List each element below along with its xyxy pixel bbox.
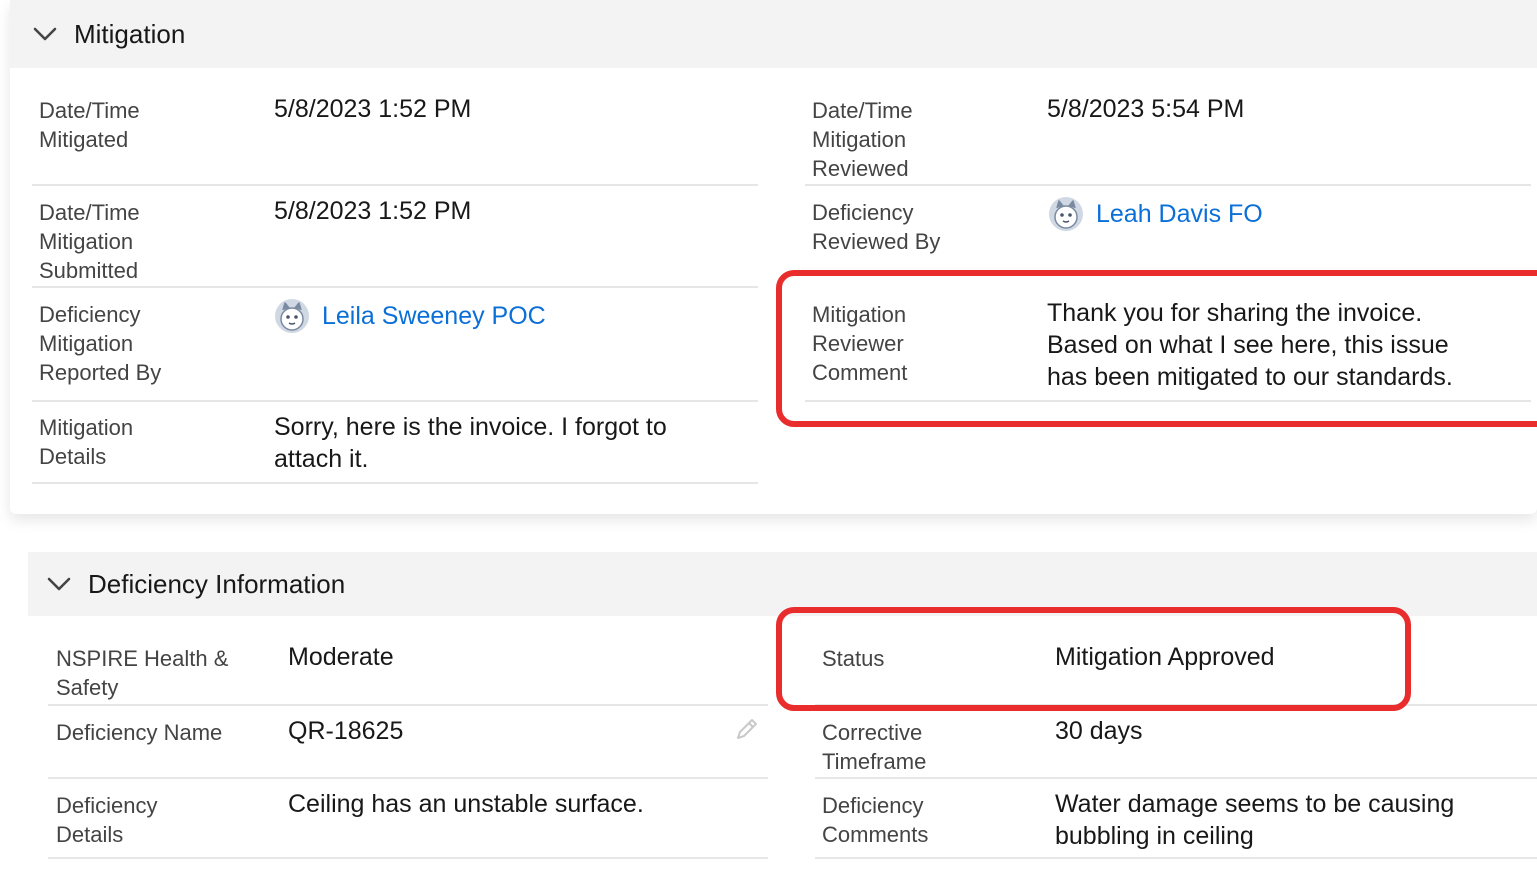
pencil-icon[interactable] <box>734 716 760 742</box>
deficiency-name-value: QR-18625 <box>288 717 404 745</box>
corrective-timeframe-value: 30 days <box>1055 717 1143 745</box>
divider <box>32 482 758 484</box>
mitigation-section-header[interactable]: Mitigation <box>10 0 1537 68</box>
deficiency-section-title: Deficiency Information <box>88 568 346 599</box>
divider <box>32 400 758 402</box>
chevron-down-icon[interactable] <box>30 19 60 49</box>
reported-by-name[interactable]: Leila Sweeney POC <box>322 302 546 331</box>
mitigation-details-label: Mitigation Details <box>39 415 134 469</box>
deficiency-reviewed-by-link[interactable]: Leah Davis FO <box>1048 196 1263 232</box>
divider <box>48 777 768 779</box>
nspire-label: NSPIRE Health & Safety <box>56 646 229 700</box>
datetime-submitted-value: 5/8/2023 1:52 PM <box>274 197 472 225</box>
user-avatar-icon <box>1049 197 1083 231</box>
datetime-reviewed-value: 5/8/2023 5:54 PM <box>1047 95 1245 123</box>
reviewer-comment-value: Thank you for sharing the invoice. Based… <box>1047 299 1453 391</box>
divider <box>48 857 768 859</box>
divider <box>48 704 768 706</box>
user-avatar-icon <box>275 299 309 333</box>
divider <box>32 184 758 186</box>
deficiency-reviewed-by-label: Deficiency Reviewed By <box>812 200 941 254</box>
divider <box>805 400 1531 402</box>
status-value: Mitigation Approved <box>1055 643 1275 671</box>
datetime-mitigated-label: Date/Time Mitigated <box>39 98 140 152</box>
divider <box>32 286 758 288</box>
deficiency-details-label: Deficiency Details <box>56 793 158 847</box>
divider <box>815 857 1537 859</box>
mitigation-section-title: Mitigation <box>74 18 186 49</box>
deficiency-details-value: Ceiling has an unstable surface. <box>288 790 644 818</box>
chevron-down-icon[interactable] <box>44 569 74 599</box>
deficiency-section-header[interactable]: Deficiency Information <box>28 552 1537 616</box>
reported-by-link[interactable]: Leila Sweeney POC <box>274 298 546 334</box>
mitigation-details-value: Sorry, here is the invoice. I forgot to … <box>274 413 667 473</box>
deficiency-comments-value: Water damage seems to be causing bubblin… <box>1055 790 1455 850</box>
reviewer-comment-label: Mitigation Reviewer Comment <box>812 302 908 385</box>
divider <box>815 704 1537 706</box>
status-label: Status <box>822 646 885 671</box>
divider <box>815 777 1537 779</box>
reported-by-label: Deficiency Mitigation Reported By <box>39 302 162 385</box>
corrective-timeframe-label: Corrective Timeframe <box>822 720 927 774</box>
datetime-reviewed-label: Date/Time Mitigation Reviewed <box>812 98 913 181</box>
deficiency-comments-label: Deficiency Comments <box>822 793 929 847</box>
deficiency-reviewed-by-name[interactable]: Leah Davis FO <box>1096 200 1263 229</box>
datetime-submitted-label: Date/Time Mitigation Submitted <box>39 200 140 283</box>
divider <box>805 184 1531 186</box>
deficiency-name-label: Deficiency Name <box>56 720 223 745</box>
datetime-mitigated-value: 5/8/2023 1:52 PM <box>274 95 472 123</box>
nspire-value: Moderate <box>288 643 394 671</box>
